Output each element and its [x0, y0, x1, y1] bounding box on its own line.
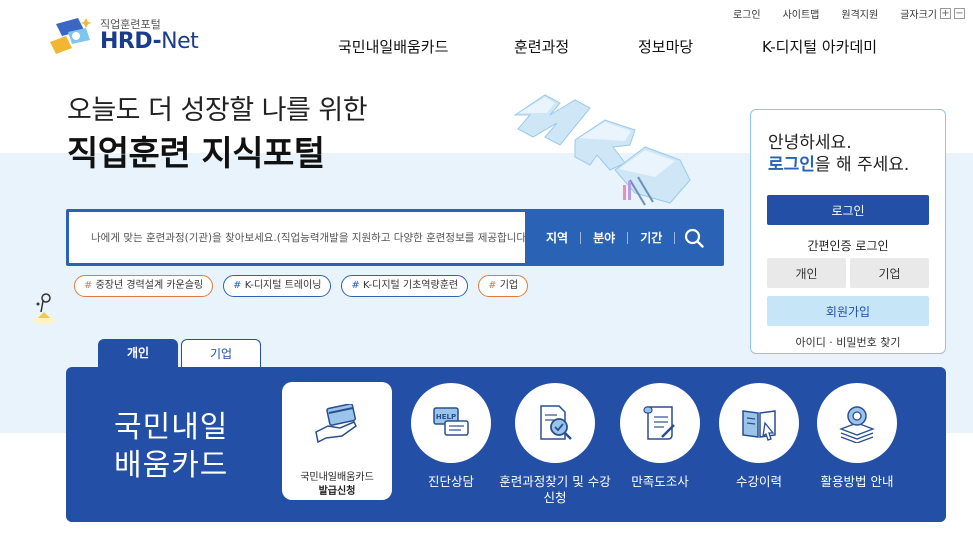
filter-field[interactable]: 분야 [593, 229, 615, 246]
svg-text:HELP: HELP [436, 413, 456, 421]
main-nav: 국민내일배움카드 훈련과정 정보마당 K-디지털 아카데미 [338, 36, 922, 57]
magnifier-figure-icon [33, 293, 55, 324]
card-application-button[interactable]: 국민내일배움카드 발급신청 [282, 382, 392, 500]
hrd-net-logo[interactable]: 직업훈련포털 HRD-Net [48, 14, 218, 58]
nav-item-training-course[interactable]: 훈련과정 [514, 36, 638, 57]
tab-company[interactable]: 기업 [181, 339, 261, 368]
service-icon-circle: HELP [411, 383, 491, 463]
survey-icon [643, 406, 675, 440]
service-label: 활용방법 안내 [820, 474, 894, 489]
font-size-minus-button[interactable]: − [954, 8, 965, 19]
utility-bar: 로그인 사이트맵 원격지원 글자크기 + − [733, 6, 965, 21]
hashtag-k-digital-training[interactable]: # K-디지털 트레이닝 [223, 275, 332, 297]
service-label: 진단상담 [427, 474, 474, 489]
logo-net: Net [161, 29, 199, 54]
featured-label-line1: 국민내일배움카드 [300, 472, 374, 483]
service-usage-guide[interactable]: 활용방법 안내 [817, 383, 897, 490]
easy-login-label: 간편인증 로그인 [807, 239, 889, 253]
hashtag-company[interactable]: # 기업 [478, 275, 529, 297]
service-icon-circle [620, 383, 700, 463]
nav-item-national-card[interactable]: 국민내일배움카드 [338, 36, 514, 57]
login-greeting: 안녕하세요. 로그인을 해 주세요. [768, 132, 909, 176]
card-application-label: 국민내일배움카드 발급신청 [282, 471, 392, 499]
util-sitemap-link[interactable]: 사이트맵 [783, 6, 820, 21]
panel-title-line1: 국민내일 [114, 410, 229, 445]
service-course-history[interactable]: 수강이력 [719, 383, 799, 490]
util-remote-support-link[interactable]: 원격지원 [841, 6, 878, 21]
service-icon-circle [817, 383, 897, 463]
service-satisfaction-survey[interactable]: 만족도조사 [620, 383, 700, 490]
search-icon[interactable] [684, 228, 704, 248]
easy-login-personal-button[interactable]: 개인 [767, 258, 846, 288]
nav-item-info-board[interactable]: 정보마당 [638, 36, 762, 57]
font-size-plus-button[interactable]: + [940, 8, 951, 19]
search-filters: 지역 분야 기간 [546, 229, 687, 246]
filter-divider [580, 231, 582, 244]
font-size-label: 글자크기 [900, 10, 937, 21]
logo-hrd: HRD- [100, 29, 162, 54]
greeting-line1: 안녕하세요. [768, 133, 852, 153]
course-search-input[interactable] [69, 212, 525, 263]
logo-graduate-icon [50, 18, 92, 54]
help-chat-icon: HELP [433, 407, 469, 436]
easy-login-company-button[interactable]: 기업 [850, 258, 929, 288]
font-size-control: 글자크기 + − [900, 6, 965, 21]
gear-stack-icon [839, 406, 875, 443]
hrd-3d-illustration [513, 94, 691, 206]
signup-button[interactable]: 회원가입 [767, 296, 929, 326]
service-panel: 국민내일 배움카드 국민내일배움카드 발급신청 HELP 진단상담 훈련과정찾기… [66, 367, 946, 522]
service-label: 훈련과정찾기 및 수강신청 [499, 474, 611, 505]
hashtag-list: # 중장년 경력설계 카운슬링 # K-디지털 트레이닝 # K-디지털 기초역… [74, 275, 529, 297]
panel-title: 국민내일 배움카드 [114, 409, 228, 485]
util-login-link[interactable]: 로그인 [733, 6, 761, 21]
document-search-icon [540, 405, 572, 440]
filter-region[interactable]: 지역 [546, 229, 568, 246]
hashtag-midcareer[interactable]: # 중장년 경력설계 카운슬링 [74, 275, 214, 297]
login-box: 안녕하세요. 로그인을 해 주세요. 로그인 간편인증 로그인 개인 기업 회원… [750, 109, 946, 354]
featured-label-line2: 발급신청 [318, 486, 356, 497]
find-id-password-link[interactable]: 아이디 · 비밀번호 찾기 [751, 334, 945, 350]
login-button[interactable]: 로그인 [767, 195, 929, 225]
logo-wordmark: HRD-Net [100, 29, 199, 54]
book-icon [742, 410, 776, 441]
card-hand-icon [315, 404, 357, 444]
hero-subheadline: 오늘도 더 성장할 나를 위한 [67, 95, 368, 126]
greeting-login-highlight: 로그인 [768, 155, 815, 175]
service-icon-circle [719, 383, 799, 463]
service-diagnosis-consulting[interactable]: HELP 진단상담 [411, 383, 491, 490]
greeting-line2: 을 해 주세요. [814, 155, 910, 175]
course-search-bar: 지역 분야 기간 [66, 209, 724, 266]
hashtag-k-digital-basic[interactable]: # K-디지털 기초역량훈련 [341, 275, 469, 297]
filter-divider [674, 231, 676, 244]
tab-personal[interactable]: 개인 [98, 339, 178, 368]
hero-headline: 직업훈련 지식포털 [67, 134, 325, 174]
filter-divider [627, 231, 629, 244]
nav-item-k-digital-academy[interactable]: K-디지털 아카데미 [762, 36, 922, 57]
filter-period[interactable]: 기간 [640, 229, 662, 246]
service-icon-circle [515, 383, 595, 463]
panel-title-line2: 배움카드 [114, 448, 229, 483]
service-course-search-apply[interactable]: 훈련과정찾기 및 수강신청 [499, 383, 611, 506]
